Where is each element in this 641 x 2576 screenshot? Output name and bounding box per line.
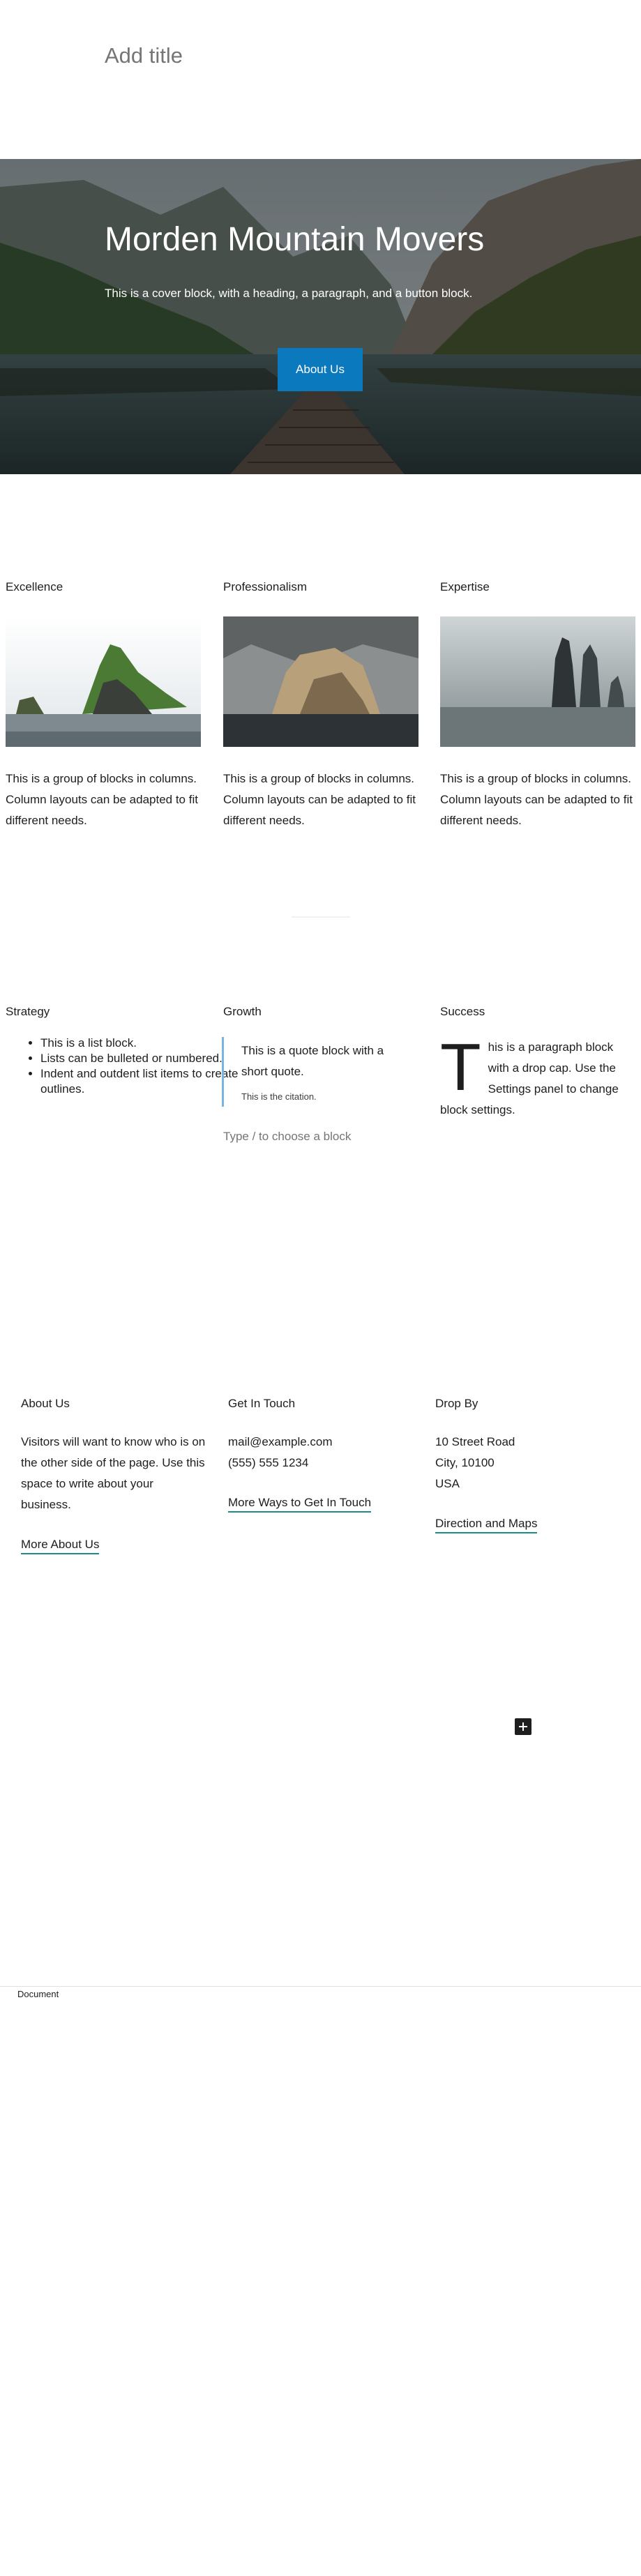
- more-ways-contact-link[interactable]: More Ways to Get In Touch: [228, 1496, 372, 1513]
- block-appender[interactable]: Type / to choose a block: [223, 1130, 351, 1144]
- breadcrumb-document[interactable]: Document: [17, 1989, 59, 1999]
- sea-cliff-green-image[interactable]: [6, 616, 201, 747]
- footer-address-line2[interactable]: City, 10100: [435, 1453, 495, 1473]
- footer-email[interactable]: mail@example.com: [228, 1432, 333, 1453]
- footer-heading-about[interactable]: About Us: [21, 1397, 70, 1411]
- cover-heading[interactable]: Morden Mountain Movers: [105, 220, 484, 259]
- quote-citation[interactable]: This is the citation.: [241, 1091, 403, 1102]
- list-item[interactable]: This is a list block.: [40, 1036, 239, 1051]
- column-heading-expertise[interactable]: Expertise: [440, 580, 490, 594]
- column-heading-strategy[interactable]: Strategy: [6, 1005, 50, 1019]
- footer-heading-contact[interactable]: Get In Touch: [228, 1397, 295, 1411]
- column-paragraph-excellence[interactable]: This is a group of blocks in columns. Co…: [6, 768, 202, 831]
- list-item[interactable]: Lists can be bulleted or numbered.: [40, 1051, 239, 1066]
- column-heading-excellence[interactable]: Excellence: [6, 580, 63, 594]
- block-inserter-button[interactable]: [515, 1718, 531, 1735]
- footer-heading-visit[interactable]: Drop By: [435, 1397, 478, 1411]
- dropcap-letter: T: [440, 1030, 481, 1105]
- quote-text[interactable]: This is a quote block with a short quote…: [241, 1040, 403, 1082]
- column-heading-growth[interactable]: Growth: [223, 1005, 262, 1019]
- quote-block[interactable]: This is a quote block with a short quote…: [222, 1037, 403, 1107]
- post-title-input[interactable]: Add title: [105, 43, 183, 68]
- list-item[interactable]: Indent and outdent list items to create …: [40, 1066, 239, 1097]
- column-heading-professionalism[interactable]: Professionalism: [223, 580, 307, 594]
- footer-address-line1[interactable]: 10 Street Road: [435, 1432, 515, 1453]
- column-paragraph-expertise[interactable]: This is a group of blocks in columns. Co…: [440, 768, 637, 831]
- rock-island-image[interactable]: [223, 616, 418, 747]
- footer-divider: [0, 1986, 641, 1987]
- directions-maps-link[interactable]: Direction and Maps: [435, 1517, 538, 1533]
- list-block[interactable]: This is a list block. Lists can be bulle…: [14, 1036, 239, 1097]
- separator[interactable]: [292, 916, 350, 918]
- plus-icon: [519, 1722, 527, 1731]
- cover-paragraph[interactable]: This is a cover block, with a heading, a…: [105, 287, 472, 301]
- dropcap-paragraph[interactable]: This is a paragraph block with a drop ca…: [440, 1030, 635, 1121]
- cover-block[interactable]: Morden Mountain Movers This is a cover b…: [0, 159, 641, 474]
- column-paragraph-professionalism[interactable]: This is a group of blocks in columns. Co…: [223, 768, 420, 831]
- cover-background-image: [0, 159, 641, 474]
- column-heading-success[interactable]: Success: [440, 1005, 485, 1019]
- footer-about-text[interactable]: Visitors will want to know who is on the…: [21, 1432, 206, 1515]
- sea-stacks-image[interactable]: [440, 616, 635, 747]
- footer-address-line3[interactable]: USA: [435, 1473, 460, 1494]
- footer-phone[interactable]: (555) 555 1234: [228, 1453, 308, 1473]
- more-about-us-link[interactable]: More About Us: [21, 1538, 100, 1554]
- about-us-button[interactable]: About Us: [278, 348, 363, 391]
